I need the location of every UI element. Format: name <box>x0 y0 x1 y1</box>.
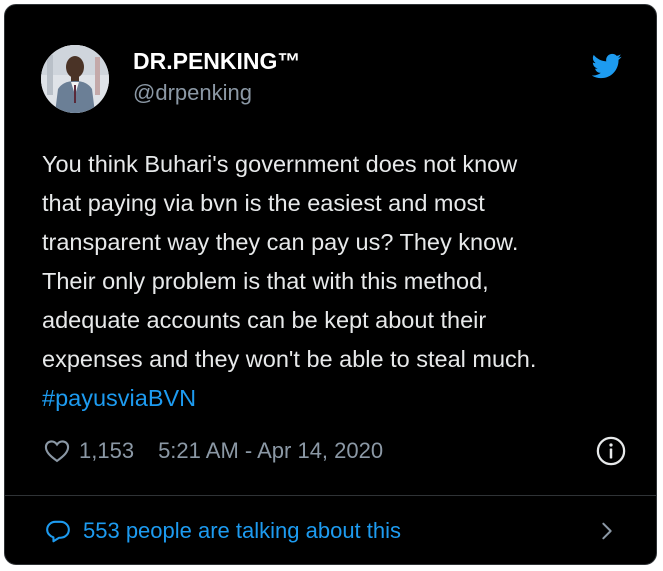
display-name[interactable]: DR.PENKING™ <box>133 47 300 75</box>
tweet-text: You think Buhari's government does not k… <box>42 145 642 418</box>
talking-about-link[interactable]: 553 people are talking about this <box>45 513 618 549</box>
twitter-bird-icon[interactable] <box>592 51 622 81</box>
heart-icon <box>44 440 70 463</box>
author-block: DR.PENKING™ @drpenking <box>133 47 300 107</box>
divider <box>5 495 656 496</box>
speech-bubble-icon <box>46 520 70 543</box>
tweet-body: You think Buhari's government does not k… <box>42 151 537 372</box>
hashtag-link[interactable]: #payusviaBVN <box>42 379 642 418</box>
user-handle[interactable]: @drpenking <box>133 79 300 107</box>
tweet-header: DR.PENKING™ @drpenking <box>41 43 626 113</box>
avatar-image <box>41 45 109 113</box>
talking-label: 553 people are talking about this <box>83 518 402 543</box>
avatar[interactable] <box>41 45 109 113</box>
like-button[interactable]: 1,153 <box>43 437 134 465</box>
tweet-meta: 1,153 5:21 AM - Apr 14, 2020 <box>43 433 628 469</box>
timestamp-link[interactable]: 5:21 AM - Apr 14, 2020 <box>158 438 383 464</box>
like-count: 1,153 <box>79 438 135 463</box>
chevron-right-icon <box>602 522 612 540</box>
info-icon[interactable] <box>596 436 626 466</box>
tweet-card: DR.PENKING™ @drpenking You think Buhari'… <box>4 4 657 565</box>
